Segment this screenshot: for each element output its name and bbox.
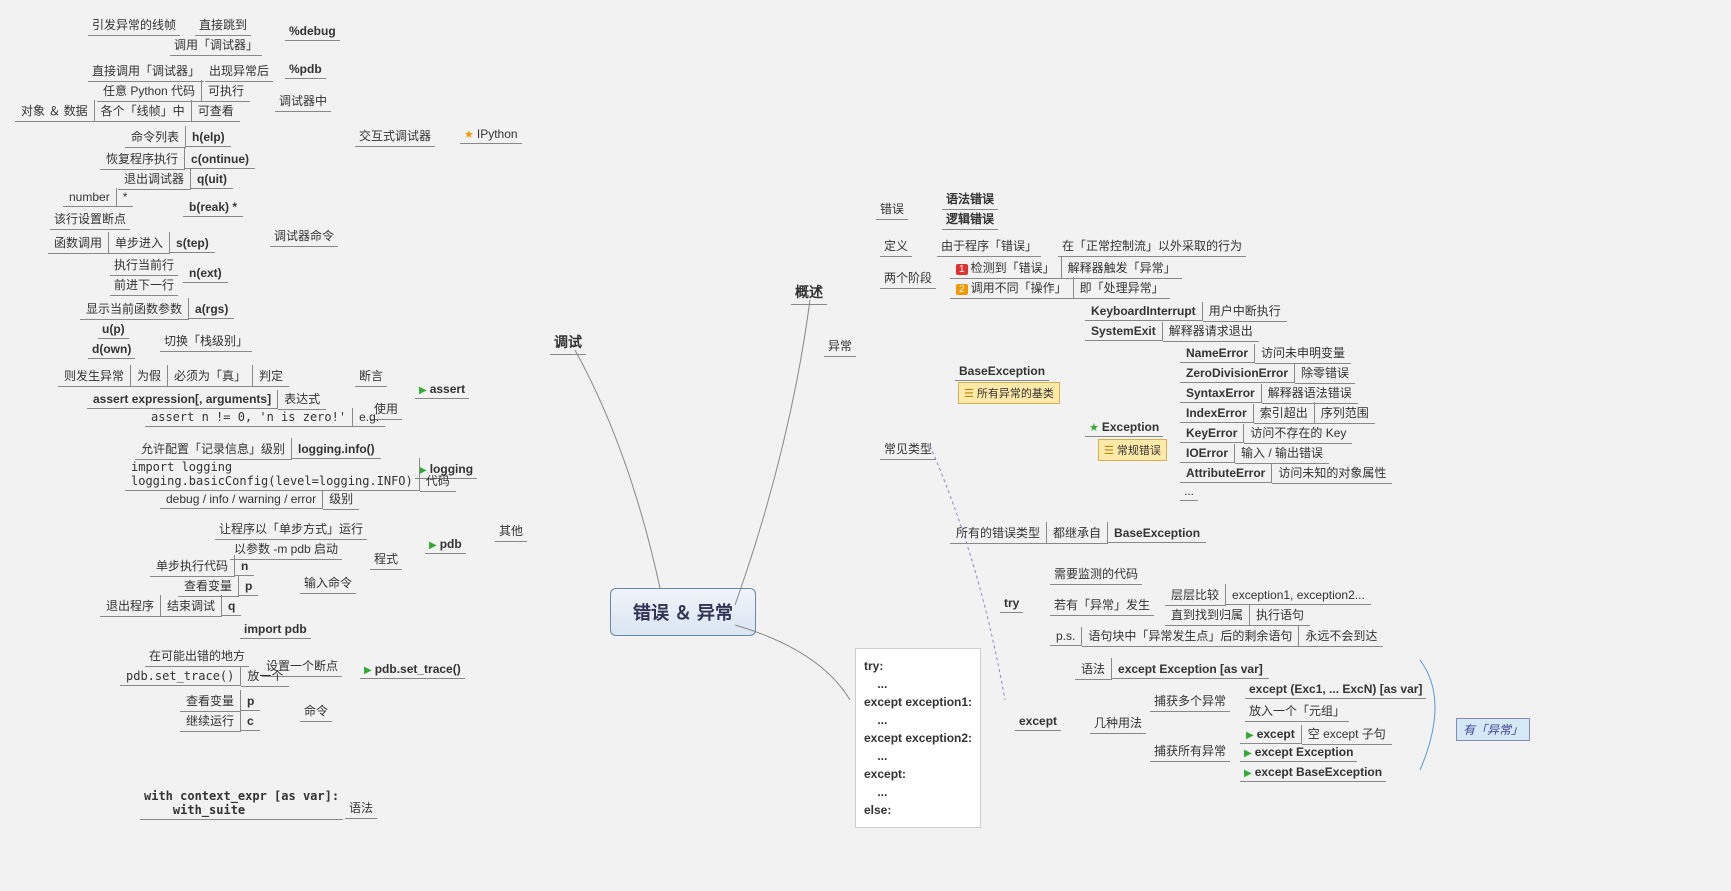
logging-levels: debug / info / warning / error级别	[160, 488, 359, 510]
in-debugger[interactable]: 调试器中	[275, 90, 331, 112]
cmd-quit: 退出调试器q(uit)	[118, 168, 233, 190]
except-multi-b: 放入一个「元组」	[1245, 700, 1349, 722]
settrace-c: 继续运行c	[180, 710, 260, 732]
overview-node[interactable]: 概述	[791, 280, 827, 305]
try-syntax-box: try: ... except exception1: ... except e…	[855, 648, 981, 828]
cmd-switch-level: 切换「栈级别」	[160, 330, 252, 352]
syntax-error: 语法错误	[942, 188, 998, 210]
zero-div-error: ZeroDivisionError除零错误	[1180, 362, 1355, 384]
interactive-debugger[interactable]: 交互式调试器	[355, 125, 435, 147]
try-until: 直到找到归属执行语句	[1165, 604, 1310, 626]
pdb-n: 单步执行代码n	[150, 555, 254, 577]
cmd-args: 显示当前函数参数a(rgs)	[80, 298, 234, 320]
ppdb-a: 直接调用「调试器」	[88, 60, 204, 82]
try-ps: p.s.语句块中「异常发生点」后的剩余语句永远不会到达	[1050, 625, 1383, 647]
assert-eg: assert n != 0, 'n is zero!'e.g.	[145, 408, 385, 427]
settrace-where: 在可能出错的地方	[145, 645, 249, 667]
with-syntax: with context_expr [as var]: with_suite	[140, 787, 343, 820]
ppdb-b: 出现异常后	[205, 60, 273, 82]
root-node[interactable]: 错误 ＆ 异常	[610, 588, 756, 636]
except-syntax: 语法except Exception [as var]	[1075, 658, 1269, 680]
try-compare: 层层比较exception1, exception2...	[1165, 584, 1371, 606]
with-label: 语法	[345, 797, 377, 819]
settrace-cmd: 命令	[300, 700, 332, 722]
key-error: KeyError访问不存在的 Key	[1180, 422, 1352, 444]
debugger-commands[interactable]: 调试器命令	[270, 225, 338, 247]
syntax-error-2: SyntaxError解释器语法错误	[1180, 382, 1358, 404]
cmd-cont: 恢复程序执行c(ontinue)	[100, 148, 255, 170]
exception-class-note: 常规错误	[1098, 439, 1167, 461]
settrace-p: 查看变量p	[180, 690, 260, 712]
cmd-break: b(reak) *	[183, 198, 243, 217]
try-monitor: 需要监测的代码	[1050, 563, 1142, 585]
debug-node[interactable]: 调试	[550, 330, 586, 355]
keyboard-interrupt: KeyboardInterrupt用户中断执行	[1085, 300, 1287, 322]
cmd-next: n(ext)	[183, 264, 228, 283]
except-multi[interactable]: 捕获多个异常	[1150, 690, 1230, 712]
assert-expr: assert expression[, arguments]表达式	[87, 388, 326, 410]
settrace-import: import pdb	[240, 620, 311, 639]
except-all[interactable]: 捕获所有异常	[1150, 740, 1230, 762]
except-usages[interactable]: 几种用法	[1090, 712, 1146, 734]
io-error: IOError输入 / 输出错误	[1180, 442, 1329, 464]
except-all-a: except空 except 子句	[1240, 723, 1392, 745]
pdb-q: 退出程序结束调试q	[100, 595, 241, 617]
except-multi-a: except (Exc1, ... ExcN) [as var]	[1245, 680, 1426, 699]
cmd-next-d1: 执行当前行	[110, 254, 178, 276]
ipython-node[interactable]: IPython	[460, 125, 522, 144]
assert-judge-row: 则发生异常为假必须为「真」判定	[58, 365, 289, 387]
cmd-break-d3: 该行设置断点	[50, 208, 130, 230]
pdb-mode: 程式	[370, 548, 402, 570]
index-error: IndexError索引超出序列范围	[1180, 402, 1375, 424]
attribute-error: AttributeError访问未知的对象属性	[1180, 462, 1392, 484]
exc-def-a: 由于程序「错误」	[937, 235, 1041, 257]
cmd-next-d2: 前进下一行	[110, 274, 178, 296]
indbg-row2: 对象 ＆ 数据各个「线帧」中可查看	[15, 100, 240, 122]
cmd-up: u(p)	[98, 320, 129, 339]
pdebug-a: 引发异常的线帧	[88, 14, 180, 36]
cmd-break-d: number*	[63, 188, 133, 207]
settrace-put: pdb.set_trace()放一个	[120, 665, 289, 687]
except-all-b: except Exception	[1240, 743, 1357, 762]
etc: ...	[1180, 482, 1198, 501]
other-node[interactable]: 其他	[495, 520, 527, 542]
base-exception[interactable]: BaseException	[955, 362, 1049, 381]
all-inherit: 所有的错误类型都继承自BaseException	[950, 522, 1206, 544]
try-node[interactable]: try	[1000, 594, 1023, 613]
pdb-node[interactable]: pdb	[425, 535, 466, 554]
phase2: 调用不同「操作」即「处理异常」	[950, 277, 1170, 299]
settrace-node[interactable]: pdb.set_trace()	[360, 660, 465, 679]
pdebug-cmd[interactable]: %debug	[285, 22, 340, 41]
pdebug-c: 调用「调试器」	[170, 34, 262, 56]
system-exit: SystemExit解释器请求退出	[1085, 320, 1259, 342]
two-phases[interactable]: 两个阶段	[880, 267, 936, 289]
exc-def-b: 在「正常控制流」以外采取的行为	[1058, 235, 1246, 257]
phase1: 检测到「错误」解释器触发「异常」	[950, 257, 1182, 279]
indbg-row1: 任意 Python 代码可执行	[97, 80, 250, 102]
ppdb-cmd[interactable]: %pdb	[285, 60, 326, 79]
logging-code: import logging logging.basicConfig(level…	[125, 458, 456, 492]
assert-label: 断言	[355, 365, 387, 387]
logging-info: 允许配置「记录信息」级别logging.info()	[135, 438, 381, 460]
try-if-exc: 若有「异常」发生	[1050, 594, 1154, 616]
name-error: NameError访问未申明变量	[1180, 342, 1351, 364]
logic-error: 逻辑错误	[942, 208, 998, 230]
common-types[interactable]: 常见类型	[880, 438, 936, 460]
pdb-p: 查看变量p	[178, 575, 258, 597]
exception-class[interactable]: Exception	[1085, 418, 1163, 437]
exc-def[interactable]: 定义	[880, 235, 912, 257]
cmd-help: 命令列表h(elp)	[125, 126, 231, 148]
cmd-down: d(own)	[88, 340, 135, 359]
has-exception-tag: 有「异常」	[1456, 718, 1530, 741]
pdebug-b: 直接跳到	[195, 14, 251, 36]
base-exception-note: 所有异常的基类	[958, 382, 1060, 404]
exception-node[interactable]: 异常	[824, 335, 856, 357]
except-node[interactable]: except	[1015, 712, 1061, 731]
assert-node[interactable]: assert	[415, 380, 469, 399]
pdb-incmd: 输入命令	[300, 572, 356, 594]
cmd-step: 函数调用单步进入s(tep)	[48, 232, 215, 254]
except-all-c: except BaseException	[1240, 763, 1386, 782]
error-node[interactable]: 错误	[876, 198, 908, 220]
pdb-run: 让程序以「单步方式」运行	[215, 518, 367, 540]
